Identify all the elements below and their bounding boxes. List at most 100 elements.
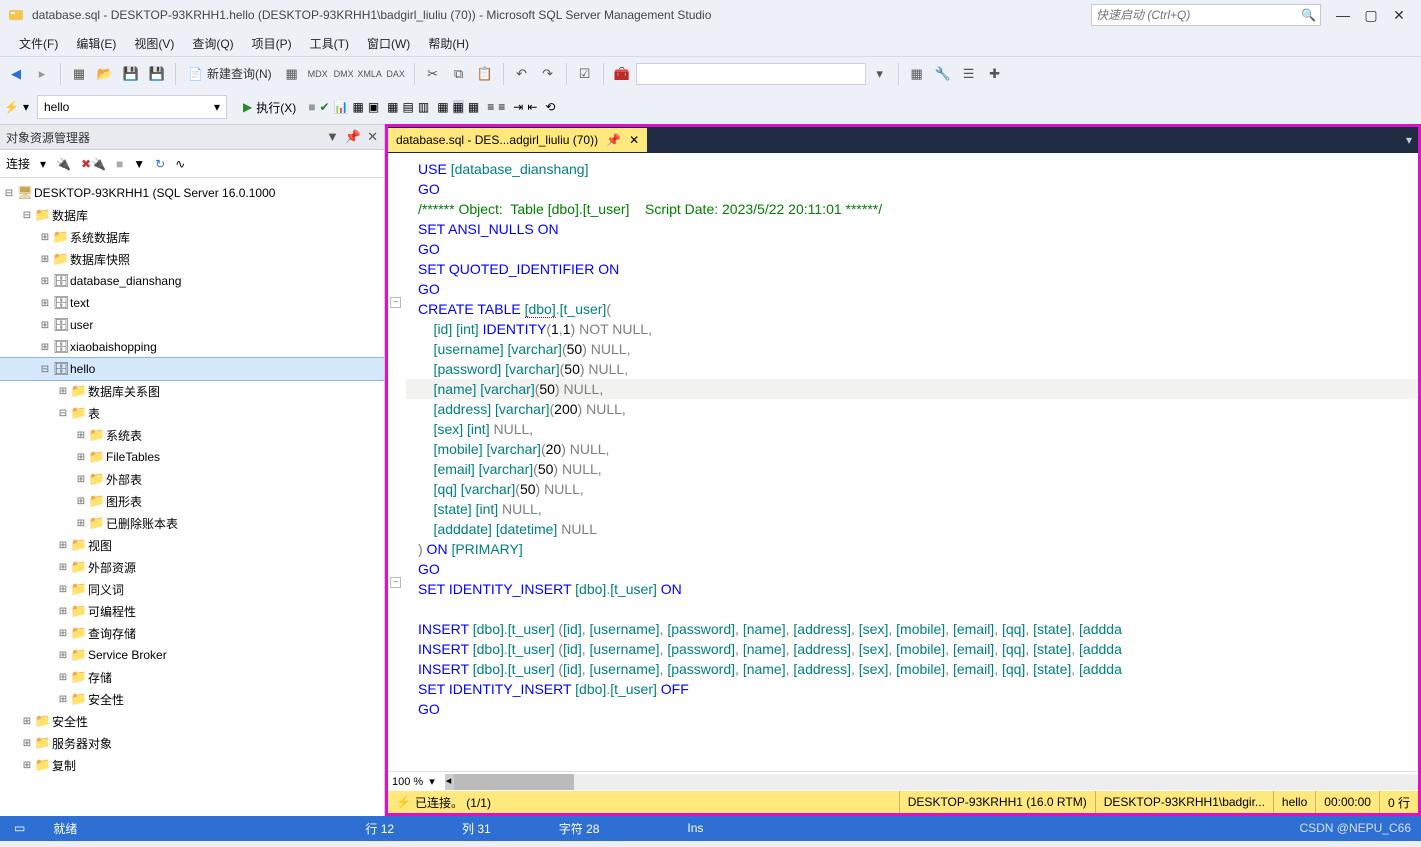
menu-window[interactable]: 窗口(W) bbox=[358, 31, 419, 56]
cut-icon[interactable]: ✂ bbox=[421, 62, 445, 86]
databases-node[interactable]: 数据库 bbox=[52, 207, 88, 224]
quick-launch[interactable]: 🔍 bbox=[1091, 4, 1321, 26]
tables-node[interactable]: 表 bbox=[88, 405, 100, 422]
options-icon[interactable]: ▦ bbox=[352, 100, 363, 114]
results-icon[interactable]: ▣ bbox=[368, 100, 379, 114]
text-icon[interactable]: ▤ bbox=[403, 100, 414, 114]
new-query-button[interactable]: 📄新建查询(N) bbox=[182, 65, 278, 82]
storage-node[interactable]: 存储 bbox=[88, 669, 112, 686]
pin-icon[interactable]: 📌 bbox=[345, 129, 361, 145]
db-node[interactable]: xiaobaishopping bbox=[70, 340, 157, 354]
filetables-node[interactable]: FileTables bbox=[106, 450, 160, 464]
parse2-icon[interactable]: ✔ bbox=[319, 100, 329, 114]
copy-icon[interactable]: ⧉ bbox=[447, 62, 471, 86]
menu-query[interactable]: 查询(Q) bbox=[183, 31, 242, 56]
db-hello-node[interactable]: hello bbox=[70, 362, 95, 376]
fold-icon[interactable]: − bbox=[390, 297, 401, 308]
open-icon[interactable]: 📂 bbox=[93, 62, 117, 86]
db-node[interactable]: user bbox=[70, 318, 93, 332]
mdx-icon[interactable]: MDX bbox=[306, 62, 330, 86]
dax-icon[interactable]: DAX bbox=[384, 62, 408, 86]
menu-file[interactable]: 文件(F) bbox=[10, 31, 67, 56]
synonyms-node[interactable]: 同义词 bbox=[88, 581, 124, 598]
graphtables-node[interactable]: 图形表 bbox=[106, 493, 142, 510]
grid2-icon[interactable]: ▦ bbox=[437, 100, 448, 114]
redo-icon[interactable]: ↷ bbox=[536, 62, 560, 86]
grid-icon[interactable]: ▦ bbox=[387, 100, 398, 114]
pulse-icon[interactable]: ∿ bbox=[175, 157, 185, 171]
security-node[interactable]: 安全性 bbox=[88, 691, 124, 708]
plug-icon[interactable]: 🔌 bbox=[56, 157, 71, 171]
list-icon[interactable]: ☰ bbox=[957, 62, 981, 86]
save-all-icon[interactable]: 💾 bbox=[145, 62, 169, 86]
server-node[interactable]: DESKTOP-93KRHH1 (SQL Server 16.0.1000 bbox=[34, 186, 275, 200]
checkbox-icon[interactable]: ☑ bbox=[573, 62, 597, 86]
menu-help[interactable]: 帮助(H) bbox=[419, 31, 478, 56]
sql-editor[interactable]: − − USE [database_dianshang] GO /****** … bbox=[388, 153, 1418, 771]
tab-pin-icon[interactable]: 📌 bbox=[606, 133, 621, 147]
wrench-icon[interactable]: 🔧 bbox=[931, 62, 955, 86]
nav-back-icon[interactable]: ◀ bbox=[4, 62, 28, 86]
unindent-icon[interactable]: ⇤ bbox=[527, 100, 537, 114]
stats-icon[interactable]: ▦ bbox=[468, 100, 479, 114]
stop2-icon[interactable]: ■ bbox=[116, 157, 123, 171]
paste-icon[interactable]: 📋 bbox=[473, 62, 497, 86]
execute-button[interactable]: ▶执行(X) bbox=[235, 96, 304, 119]
save-icon[interactable]: 💾 bbox=[119, 62, 143, 86]
maximize-button[interactable]: ▢ bbox=[1357, 7, 1385, 24]
specify-icon[interactable]: ⟲ bbox=[545, 100, 555, 114]
toolbox-icon[interactable]: 🧰 bbox=[610, 62, 634, 86]
undo-icon[interactable]: ↶ bbox=[510, 62, 534, 86]
file-icon[interactable]: ▥ bbox=[418, 100, 429, 114]
xmla-icon[interactable]: XMLA bbox=[358, 62, 382, 86]
indent-icon[interactable]: ⇥ bbox=[513, 100, 523, 114]
close-panel-icon[interactable]: ✕ bbox=[367, 129, 378, 145]
querystore-node[interactable]: 查询存储 bbox=[88, 625, 136, 642]
connect-label[interactable]: 连接 bbox=[6, 155, 30, 172]
zoom-level[interactable]: 100 % bbox=[392, 776, 423, 788]
diagrams-node[interactable]: 数据库关系图 bbox=[88, 383, 160, 400]
ledgertables-node[interactable]: 已删除账本表 bbox=[106, 515, 178, 532]
replication-node[interactable]: 复制 bbox=[52, 757, 76, 774]
db-node[interactable]: text bbox=[70, 296, 89, 310]
dbsnap-node[interactable]: 数据库快照 bbox=[70, 251, 130, 268]
grid3-icon[interactable]: ▦ bbox=[453, 100, 464, 114]
db-node[interactable]: database_dianshang bbox=[70, 274, 181, 288]
menu-tools[interactable]: 工具(T) bbox=[301, 31, 358, 56]
comment-icon[interactable]: ≡ bbox=[487, 100, 494, 114]
fold-icon[interactable]: − bbox=[390, 577, 401, 588]
tab-overflow-icon[interactable]: ▾ bbox=[1400, 133, 1418, 147]
database-selector[interactable]: hello▾ bbox=[37, 95, 227, 119]
dmx-icon[interactable]: DMX bbox=[332, 62, 356, 86]
minimize-button[interactable]: — bbox=[1329, 7, 1357, 23]
plan-icon[interactable]: 📊 bbox=[334, 100, 349, 114]
active-tab[interactable]: database.sql - DES...adgirl_liuliu (70))… bbox=[388, 128, 647, 152]
extres-node[interactable]: 外部资源 bbox=[88, 559, 136, 576]
security2-node[interactable]: 安全性 bbox=[52, 713, 88, 730]
stop-icon[interactable]: ■ bbox=[308, 100, 315, 114]
sysdb-node[interactable]: 系统数据库 bbox=[70, 229, 130, 246]
views-node[interactable]: 视图 bbox=[88, 537, 112, 554]
menu-view[interactable]: 视图(V) bbox=[125, 31, 183, 56]
close-button[interactable]: ✕ bbox=[1385, 7, 1413, 24]
refresh-icon[interactable]: ↻ bbox=[155, 157, 165, 171]
serverobjects-node[interactable]: 服务器对象 bbox=[52, 735, 112, 752]
filter-icon[interactable]: ▼ bbox=[133, 157, 145, 171]
dropdown-icon[interactable]: ▼ bbox=[326, 129, 339, 145]
tab-close-icon[interactable]: ✕ bbox=[629, 133, 639, 147]
systables-node[interactable]: 系统表 bbox=[106, 427, 142, 444]
tool-icon[interactable]: ▦ bbox=[280, 62, 304, 86]
menu-project[interactable]: 项目(P) bbox=[243, 31, 301, 56]
object-explorer-tree[interactable]: ⊟🖥DESKTOP-93KRHH1 (SQL Server 16.0.1000 … bbox=[0, 178, 384, 816]
uncomment-icon[interactable]: ≡ bbox=[498, 100, 505, 114]
plus-icon[interactable]: ✚ bbox=[983, 62, 1007, 86]
registered-icon[interactable]: ▦ bbox=[905, 62, 929, 86]
parse-icon[interactable]: ⚡ bbox=[4, 100, 19, 114]
new-icon[interactable]: ▦ bbox=[67, 62, 91, 86]
programmability-node[interactable]: 可编程性 bbox=[88, 603, 136, 620]
plug-x-icon[interactable]: ✖🔌 bbox=[81, 157, 106, 171]
servicebroker-node[interactable]: Service Broker bbox=[88, 648, 167, 662]
quick-launch-input[interactable] bbox=[1096, 8, 1301, 22]
nav-fwd-icon[interactable]: ▸ bbox=[30, 62, 54, 86]
menu-edit[interactable]: 编辑(E) bbox=[67, 31, 125, 56]
